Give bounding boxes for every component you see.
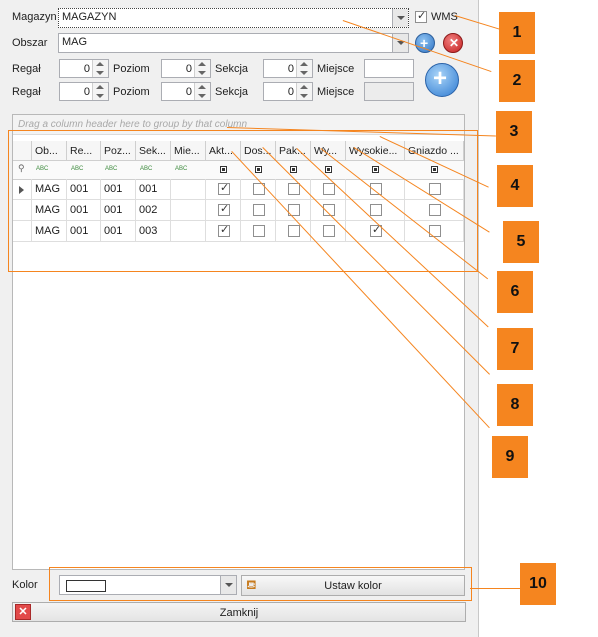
poziom-to-spinner[interactable]: 0 <box>161 82 211 101</box>
spin-up-icon[interactable] <box>300 62 308 66</box>
spin-down-icon[interactable] <box>96 71 104 75</box>
spin-up-icon[interactable] <box>300 85 308 89</box>
magazyn-dropdown-button[interactable] <box>392 9 408 27</box>
poziom-from-label: Poziom <box>113 63 150 75</box>
delete-obszar-button[interactable]: ✕ <box>443 33 463 53</box>
sekcja-from-label: Sekcja <box>215 63 249 75</box>
spin-up-icon[interactable] <box>96 85 104 89</box>
magazyn-label: Magazyn <box>12 11 57 23</box>
annotation-badge-7: 7 <box>497 328 533 370</box>
regal-from-value: 0 <box>83 63 90 75</box>
wms-checkbox[interactable]: ✓ <box>415 10 427 23</box>
zamknij-button[interactable]: ✕ Zamknij <box>12 602 466 622</box>
close-icon: ✕ <box>449 36 460 50</box>
spin-up-icon[interactable] <box>96 62 104 66</box>
wms-label: WMS <box>431 11 458 23</box>
regal-to-label: Regał <box>12 86 41 98</box>
kolor-label: Kolor <box>12 579 38 591</box>
annotation-badge-6: 6 <box>497 271 533 313</box>
regal-to-spinner[interactable]: 0 <box>59 82 109 101</box>
annotation-badge-2: 2 <box>499 60 535 102</box>
miejsce-from-label: Miejsce <box>317 63 355 75</box>
spin-down-icon[interactable] <box>198 94 206 98</box>
spin-down-icon[interactable] <box>300 94 308 98</box>
spin-down-icon[interactable] <box>96 94 104 98</box>
add-locations-button[interactable]: + <box>425 63 459 97</box>
sekcja-to-value: 0 <box>287 86 294 98</box>
annotation-badge-10: 10 <box>520 563 556 605</box>
obszar-combobox[interactable]: MAG <box>58 33 409 53</box>
spin-up-icon[interactable] <box>198 85 206 89</box>
sekcja-to-spinner[interactable]: 0 <box>263 82 313 101</box>
regal-from-label: Regał <box>12 63 41 75</box>
annotation-badge-3: 3 <box>496 111 532 153</box>
zamknij-label: Zamknij <box>219 607 259 619</box>
regal-from-spinner[interactable]: 0 <box>59 59 109 78</box>
annotation-footer-box <box>49 567 472 601</box>
poziom-to-value: 0 <box>185 86 192 98</box>
spin-down-icon[interactable] <box>198 71 206 75</box>
sekcja-from-value: 0 <box>287 63 294 75</box>
poziom-from-value: 0 <box>185 63 192 75</box>
annotation-badge-4: 4 <box>497 165 533 207</box>
sekcja-from-spinner[interactable]: 0 <box>263 59 313 78</box>
annotation-leader-10 <box>470 588 522 589</box>
annotation-badge-8: 8 <box>497 384 533 426</box>
annotation-badge-1: 1 <box>499 12 535 54</box>
poziom-to-label: Poziom <box>113 86 150 98</box>
sekcja-to-label: Sekcja <box>215 86 249 98</box>
annotation-badge-9: 9 <box>492 436 528 478</box>
obszar-value: MAG <box>62 36 88 48</box>
spin-down-icon[interactable] <box>300 71 308 75</box>
poziom-from-spinner[interactable]: 0 <box>161 59 211 78</box>
magazyn-value: MAGAZYN <box>62 11 117 23</box>
miejsce-to-label: Miejsce <box>317 86 355 98</box>
annotation-badge-5: 5 <box>503 221 539 263</box>
plus-icon: + <box>433 65 448 92</box>
miejsce-from-input[interactable] <box>364 59 414 78</box>
obszar-label: Obszar <box>12 37 48 49</box>
obszar-dropdown-button[interactable] <box>392 34 408 52</box>
checkmark-icon: ✓ <box>417 10 427 22</box>
spin-up-icon[interactable] <box>198 62 206 66</box>
miejsce-to-input[interactable] <box>364 82 414 101</box>
regal-to-value: 0 <box>83 86 90 98</box>
